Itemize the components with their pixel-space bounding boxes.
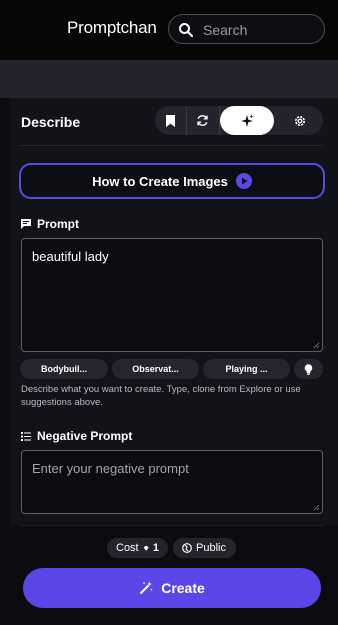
- top-navigation-bar: Promptchan: [0, 0, 338, 60]
- prompt-label: Prompt: [37, 217, 79, 231]
- prompt-section-label: Prompt: [21, 217, 79, 231]
- visibility-label: Public: [196, 542, 226, 554]
- resize-grip-icon[interactable]: [313, 504, 320, 511]
- brand-logo-text[interactable]: Promptchan: [67, 18, 157, 38]
- message-icon: [21, 219, 31, 229]
- bookmark-button[interactable]: [155, 106, 187, 135]
- magic-wand-icon: [140, 581, 153, 594]
- negative-prompt-textarea[interactable]: [22, 451, 322, 513]
- search-input[interactable]: [201, 19, 320, 41]
- divider: [20, 145, 323, 146]
- create-button[interactable]: Create: [23, 568, 321, 608]
- suggestion-chip[interactable]: Bodybuil...: [20, 359, 108, 379]
- refresh-icon: [197, 115, 208, 126]
- list-icon: [21, 432, 31, 441]
- search-box[interactable]: [168, 14, 325, 44]
- search-icon: [179, 23, 193, 37]
- globe-icon: [182, 543, 192, 553]
- bookmark-icon: [166, 114, 175, 127]
- gear-icon: [294, 115, 305, 126]
- lightbulb-icon: [304, 363, 313, 375]
- suggestion-idea-button[interactable]: [294, 359, 323, 379]
- describe-title: Describe: [21, 114, 81, 130]
- how-to-label: How to Create Images: [92, 173, 228, 189]
- secondary-bar: [0, 60, 338, 98]
- describe-toolbar: [155, 106, 323, 135]
- settings-button[interactable]: [276, 106, 323, 135]
- play-circle-icon: [235, 173, 252, 189]
- resize-grip-icon[interactable]: [313, 342, 320, 349]
- create-label: Create: [161, 580, 205, 596]
- suggestion-chips: Bodybuil... Observat... Playing ...: [20, 359, 323, 379]
- visibility-toggle[interactable]: Public: [173, 538, 236, 558]
- negative-prompt-field[interactable]: [21, 450, 323, 514]
- cost-value: 1: [152, 542, 159, 554]
- negative-prompt-section-label: Negative Prompt: [21, 429, 132, 443]
- refresh-button[interactable]: [186, 106, 220, 135]
- prompt-textarea[interactable]: [22, 239, 322, 351]
- negative-prompt-label: Negative Prompt: [37, 429, 133, 443]
- magic-enhance-button[interactable]: [220, 106, 274, 135]
- gem-icon: [143, 545, 149, 551]
- cost-badge: Cost 1: [107, 538, 168, 558]
- prompt-hint-text: Describe what you want to create. Type, …: [21, 384, 301, 408]
- prompt-field[interactable]: [21, 238, 323, 352]
- sparkle-icon: [241, 114, 254, 127]
- divider: [20, 525, 323, 526]
- suggestion-chip[interactable]: Playing ...: [203, 359, 290, 379]
- suggestion-chip[interactable]: Observat...: [112, 359, 199, 379]
- cost-label: Cost: [116, 542, 139, 554]
- how-to-create-images-button[interactable]: How to Create Images: [19, 163, 325, 199]
